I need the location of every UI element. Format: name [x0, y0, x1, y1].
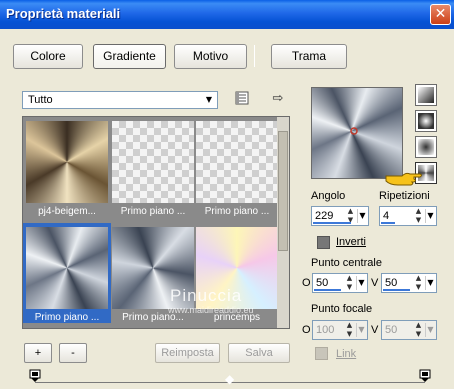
- material-properties-window: Proprietà materiali ✕ Colore Gradiente M…: [0, 0, 454, 389]
- linear-gradient-icon: [418, 87, 434, 103]
- angle-level-bar: [313, 222, 351, 224]
- center-vertical-input[interactable]: 50 ▲ ▼ ▼: [381, 273, 437, 293]
- focal-o-label: O: [302, 324, 311, 336]
- gradient-gallery: pj4-beigem... Primo piano ... Primo pian…: [22, 116, 290, 329]
- center-handle-icon: [350, 127, 358, 135]
- gradient-thumbnail: [112, 121, 194, 203]
- spin-arrows-icon[interactable]: ▲ ▼: [413, 274, 424, 292]
- center-horizontal-level-bar: [314, 289, 341, 291]
- tab-color[interactable]: Colore: [13, 44, 83, 69]
- tab-pattern[interactable]: Motivo: [174, 44, 247, 69]
- arrow-right-icon[interactable]: ⇨: [270, 91, 286, 107]
- center-vertical-value: 50: [385, 277, 398, 289]
- repeats-value: 4: [383, 210, 390, 222]
- tab-gradient[interactable]: Gradiente: [93, 44, 166, 69]
- rectangular-style-button[interactable]: [415, 110, 437, 132]
- close-button[interactable]: ✕: [430, 4, 451, 25]
- gallery-item-caption: Primo piano ...: [120, 206, 186, 217]
- spin-arrows-icon[interactable]: ▲ ▼: [413, 207, 424, 225]
- focal-point-label: Punto focale: [311, 303, 373, 315]
- gallery-item-selected[interactable]: Primo piano ...: [23, 223, 111, 323]
- angle-input[interactable]: 229 ▲ ▼ ▼: [311, 206, 369, 226]
- scrollbar-thumb[interactable]: [278, 131, 288, 251]
- repeats-input[interactable]: 4 ▲ ▼ ▼: [379, 206, 437, 226]
- radial-style-button[interactable]: [415, 136, 437, 158]
- focal-vertical-value: 50: [385, 324, 398, 336]
- link-checkbox[interactable]: [315, 347, 328, 360]
- center-v-label: V: [371, 277, 379, 289]
- reset-button[interactable]: Reimposta: [155, 343, 220, 363]
- invert-label: Inverti: [336, 236, 366, 248]
- resource-manager-icon[interactable]: [234, 91, 250, 107]
- focal-horizontal-input[interactable]: 100 ▲ ▼ ▼: [312, 320, 368, 340]
- tab-texture[interactable]: Trama: [271, 44, 347, 69]
- repeats-level-bar: [381, 222, 395, 224]
- center-horizontal-input[interactable]: 50 ▲ ▼ ▼: [312, 273, 368, 293]
- angle-label: Angolo: [311, 190, 346, 202]
- chevron-down-icon: ▼: [205, 95, 213, 104]
- watermark-text: Pinuccia: [170, 286, 243, 305]
- center-vertical-level-bar: [383, 289, 410, 291]
- rectangular-gradient-icon: [418, 113, 434, 129]
- category-dropdown[interactable]: Tutto ▼: [22, 91, 218, 109]
- add-button[interactable]: +: [24, 343, 52, 363]
- chevron-down-icon[interactable]: ▼: [425, 323, 435, 337]
- gradient-thumbnail: [196, 121, 278, 203]
- focal-vertical-input[interactable]: 50 ▲ ▼ ▼: [381, 320, 437, 340]
- title-bar[interactable]: Proprietà materiali ✕: [0, 0, 454, 29]
- pointing-hand-icon: [384, 168, 424, 188]
- linear-style-button[interactable]: [415, 84, 437, 106]
- chevron-down-icon[interactable]: ▼: [425, 276, 435, 290]
- center-point-label: Punto centrale: [311, 257, 382, 269]
- right-stop-marker-icon[interactable]: [419, 369, 431, 385]
- spin-arrows-icon[interactable]: ▲ ▼: [344, 321, 355, 339]
- spin-arrows-icon[interactable]: ▲ ▼: [413, 321, 424, 339]
- gradient-stops-track[interactable]: ◆: [29, 369, 431, 389]
- chevron-down-icon[interactable]: ▼: [425, 209, 435, 223]
- radial-gradient-icon: [418, 139, 434, 155]
- gallery-item-caption: Primo piano ...: [204, 206, 270, 217]
- gradient-preview[interactable]: [311, 87, 403, 179]
- left-stop-marker-icon[interactable]: [29, 369, 41, 385]
- category-value: Tutto: [28, 94, 53, 106]
- save-button[interactable]: Salva: [228, 343, 290, 363]
- invert-checkbox[interactable]: [317, 236, 330, 249]
- chevron-down-icon[interactable]: ▼: [356, 323, 366, 337]
- repeats-label: Ripetizioni: [379, 190, 430, 202]
- chevron-down-icon[interactable]: ▼: [357, 209, 367, 223]
- chevron-down-icon[interactable]: ▼: [356, 276, 366, 290]
- angle-value: 229: [315, 210, 334, 222]
- gallery-item-caption: Primo piano ...: [34, 312, 100, 323]
- focal-v-label: V: [371, 324, 379, 336]
- tab-separator: [254, 45, 255, 67]
- gradient-thumbnail: [26, 227, 108, 309]
- gallery-scrollbar[interactable]: [277, 117, 289, 328]
- window-title: Proprietà materiali: [6, 6, 121, 21]
- focal-horizontal-value: 100: [316, 324, 335, 336]
- midpoint-diamond-icon[interactable]: ◆: [225, 373, 234, 385]
- gallery-item[interactable]: Primo piano ...: [195, 119, 279, 217]
- link-label: Link: [336, 348, 357, 360]
- gallery-item-caption: pj4-beigem...: [38, 206, 96, 217]
- gallery-item[interactable]: Primo piano ...: [111, 119, 195, 217]
- center-horizontal-value: 50: [316, 277, 329, 289]
- gallery-item[interactable]: pj4-beigem...: [25, 119, 109, 217]
- spin-arrows-icon[interactable]: ▲ ▼: [344, 274, 355, 292]
- watermark-subtext: www.maidireaddio.eu: [168, 305, 254, 315]
- remove-button[interactable]: -: [59, 343, 87, 363]
- gradient-thumbnail: [26, 121, 108, 203]
- center-o-label: O: [302, 277, 311, 289]
